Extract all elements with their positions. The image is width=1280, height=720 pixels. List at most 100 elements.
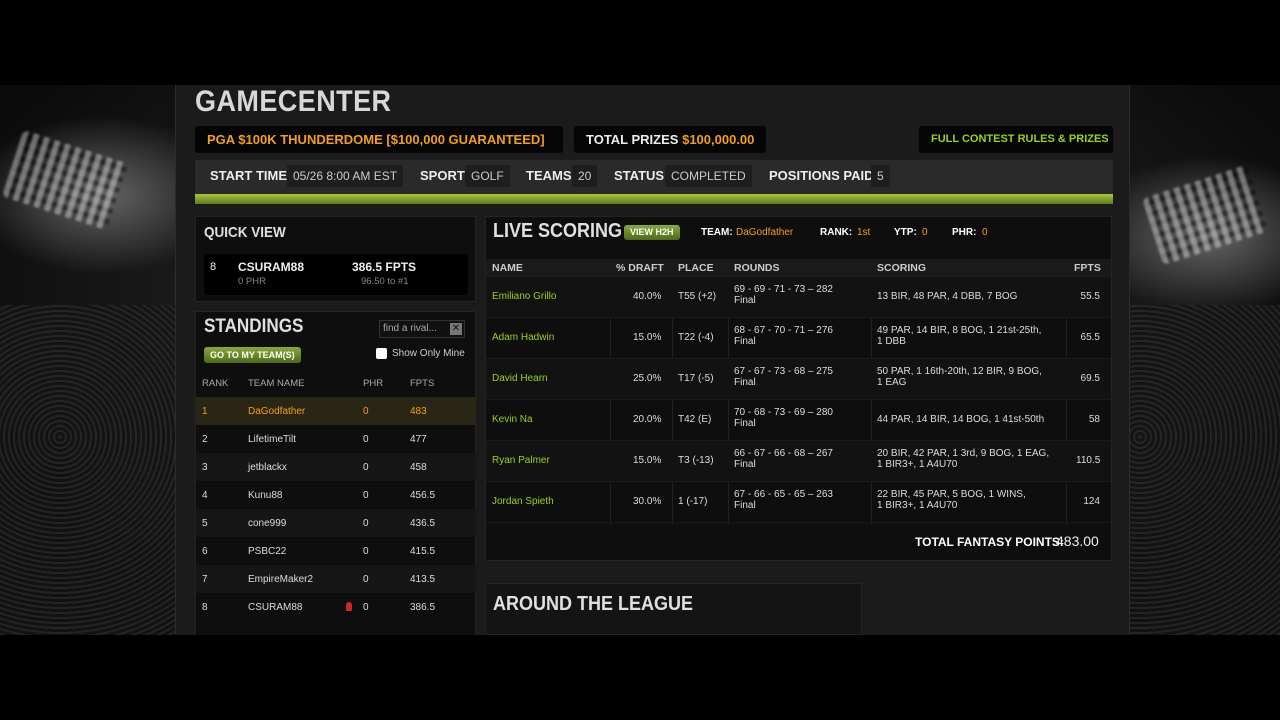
standings-title: STANDINGS — [204, 316, 304, 337]
row-rank: 6 — [202, 546, 208, 557]
row-fpts: 456.5 — [410, 490, 436, 501]
player-row[interactable]: Adam Hadwin 15.0% T22 (-4) 68 - 67 - 70 … — [486, 318, 1111, 359]
start-time-label: START TIME — [210, 168, 288, 183]
player-row[interactable]: Kevin Na 20.0% T42 (E) 70 - 68 - 73 - 69… — [486, 400, 1111, 441]
gamecenter-panel: GAMECENTER PGA $100K THUNDERDOME [$100,0… — [175, 85, 1130, 635]
quick-view-card[interactable]: 8 CSURAM88 0 PHR 386.5 FPTS 96.50 to #1 — [204, 254, 468, 295]
player-fpts: 69.5 — [1080, 373, 1100, 384]
row-phr: 0 — [363, 490, 369, 501]
player-rounds: 70 - 68 - 73 - 69 – 280 — [734, 407, 833, 418]
contest-info-bar: START TIME 05/26 8:00 AM EST SPORT GOLF … — [195, 160, 1113, 194]
sport-value: GOLF — [465, 165, 510, 187]
player-place: T42 (E) — [678, 414, 712, 425]
standings-row[interactable]: 8 CSURAM88 0 386.5 — [196, 593, 476, 621]
row-team[interactable]: PSBC22 — [248, 546, 286, 557]
player-fpts: 124 — [1083, 496, 1100, 507]
contest-rules-link[interactable]: FULL CONTEST RULES & PRIZES — [919, 126, 1113, 153]
row-team[interactable]: EmpireMaker2 — [248, 574, 313, 585]
row-phr: 0 — [363, 518, 369, 529]
player-draft: 25.0% — [633, 373, 662, 384]
phr-label: PHR: — [952, 227, 977, 238]
go-to-my-teams-label: GO TO MY TEAM(S) — [210, 350, 295, 360]
player-row[interactable]: Jordan Spieth 30.0% 1 (-17) 67 - 66 - 65… — [486, 482, 1111, 523]
team-name-header: TEAM NAME — [248, 378, 305, 389]
status-value: COMPLETED — [665, 165, 752, 187]
player-place: T17 (-5) — [678, 373, 714, 384]
rank-value: 1st — [857, 227, 871, 238]
player-scoring-2: 1 BIR3+, 1 A4U70 — [877, 459, 958, 470]
player-draft: 30.0% — [633, 496, 662, 507]
fpts-header: FPTS — [1074, 262, 1101, 274]
row-phr: 0 — [363, 546, 369, 557]
row-team[interactable]: Kunu88 — [248, 490, 282, 501]
total-fantasy-points-label: TOTAL FANTASY POINTS: — [915, 535, 1064, 549]
quick-view-fpts: 386.5 FPTS — [352, 260, 417, 274]
view-h2h-button[interactable]: VIEW H2H — [624, 225, 680, 240]
standings-row[interactable]: 5 cone999 0 436.5 — [196, 509, 476, 537]
positions-paid-label: POSITIONS PAID — [769, 168, 874, 183]
standings-row[interactable]: 1 DaGodfather 0 483 — [196, 397, 476, 425]
total-prizes-label: TOTAL PRIZES — [586, 132, 679, 147]
name-header: NAME — [492, 262, 523, 274]
row-team[interactable]: jetblackx — [248, 462, 287, 473]
row-team[interactable]: DaGodfather — [248, 406, 305, 417]
app-frame: GAMECENTER PGA $100K THUNDERDOME [$100,0… — [0, 0, 1280, 720]
player-name[interactable]: Adam Hadwin — [492, 332, 554, 343]
standings-row[interactable]: 7 EmpireMaker2 0 413.5 — [196, 565, 476, 593]
player-scoring: 20 BIR, 42 PAR, 1 3rd, 9 BOG, 1 EAG, — [877, 448, 1050, 459]
user-marker-icon — [346, 602, 352, 611]
player-name[interactable]: Jordan Spieth — [492, 496, 554, 507]
view-h2h-label: VIEW H2H — [630, 227, 674, 237]
live-scoring-title: LIVE SCORING — [493, 220, 623, 242]
player-row[interactable]: Ryan Palmer 15.0% T3 (-13) 66 - 67 - 66 … — [486, 441, 1111, 482]
show-only-mine-checkbox[interactable] — [376, 348, 387, 359]
sport-label: SPORT — [420, 168, 465, 183]
row-phr: 0 — [363, 462, 369, 473]
accent-strip — [195, 194, 1113, 204]
standings-row[interactable]: 2 LifetimeTilt 0 477 — [196, 425, 476, 453]
player-scoring: 13 BIR, 48 PAR, 4 DBB, 7 BOG — [877, 291, 1018, 302]
standings-row[interactable]: 4 Kunu88 0 456.5 — [196, 481, 476, 509]
row-rank: 4 — [202, 490, 208, 501]
contest-name: PGA $100K THUNDERDOME [$100,000 GUARANTE… — [207, 132, 545, 147]
player-place: 1 (-17) — [678, 496, 708, 507]
quick-view-team: CSURAM88 — [238, 260, 305, 274]
row-fpts: 483 — [410, 406, 427, 417]
total-fantasy-points-value: 483.00 — [1056, 533, 1099, 549]
row-rank: 8 — [202, 602, 208, 613]
player-final: Final — [734, 418, 756, 429]
row-rank: 2 — [202, 434, 208, 445]
player-row[interactable]: Emiliano Grillo 40.0% T55 (+2) 69 - 69 -… — [486, 277, 1111, 318]
row-team[interactable]: cone999 — [248, 518, 286, 529]
player-name[interactable]: Ryan Palmer — [492, 455, 550, 466]
player-scoring: 22 BIR, 45 PAR, 5 BOG, 1 WINS, — [877, 489, 1026, 500]
player-rounds: 69 - 69 - 71 - 73 – 282 — [734, 284, 833, 295]
quick-view-phr: 0 PHR — [238, 276, 266, 287]
row-team[interactable]: LifetimeTilt — [248, 434, 296, 445]
scoring-table-header: NAME % DRAFT PLACE ROUNDS SCORING FPTS — [486, 259, 1111, 277]
player-name[interactable]: Emiliano Grillo — [492, 291, 556, 302]
contest-name-pill: PGA $100K THUNDERDOME [$100,000 GUARANTE… — [195, 126, 563, 153]
row-fpts: 415.5 — [410, 546, 436, 557]
quick-view-title: QUICK VIEW — [204, 224, 286, 241]
standings-row[interactable]: 6 PSBC22 0 415.5 — [196, 537, 476, 565]
go-to-my-teams-button[interactable]: GO TO MY TEAM(S) — [204, 347, 301, 363]
player-final: Final — [734, 500, 756, 511]
player-name[interactable]: David Hearn — [492, 373, 548, 384]
player-draft: 15.0% — [633, 455, 662, 466]
row-team[interactable]: CSURAM88 — [248, 602, 302, 613]
standings-row[interactable]: 3 jetblackx 0 458 — [196, 453, 476, 481]
player-final: Final — [734, 377, 756, 388]
player-name[interactable]: Kevin Na — [492, 414, 533, 425]
clear-search-icon[interactable]: ✕ — [450, 323, 462, 335]
positions-paid-value: 5 — [871, 165, 890, 187]
player-rounds: 66 - 67 - 66 - 68 – 267 — [734, 448, 833, 459]
around-the-league-title: AROUND THE LEAGUE — [493, 593, 694, 615]
fpts-header: FPTS — [410, 378, 435, 389]
rival-search-input[interactable]: find a rival... ✕ — [379, 320, 465, 338]
player-fpts: 65.5 — [1080, 332, 1100, 343]
player-scoring: 49 PAR, 14 BIR, 8 BOG, 1 21st-25th, — [877, 325, 1042, 336]
player-row[interactable]: David Hearn 25.0% T17 (-5) 67 - 67 - 73 … — [486, 359, 1111, 400]
player-scoring-2: 1 DBB — [877, 336, 906, 347]
row-fpts: 477 — [410, 434, 427, 445]
